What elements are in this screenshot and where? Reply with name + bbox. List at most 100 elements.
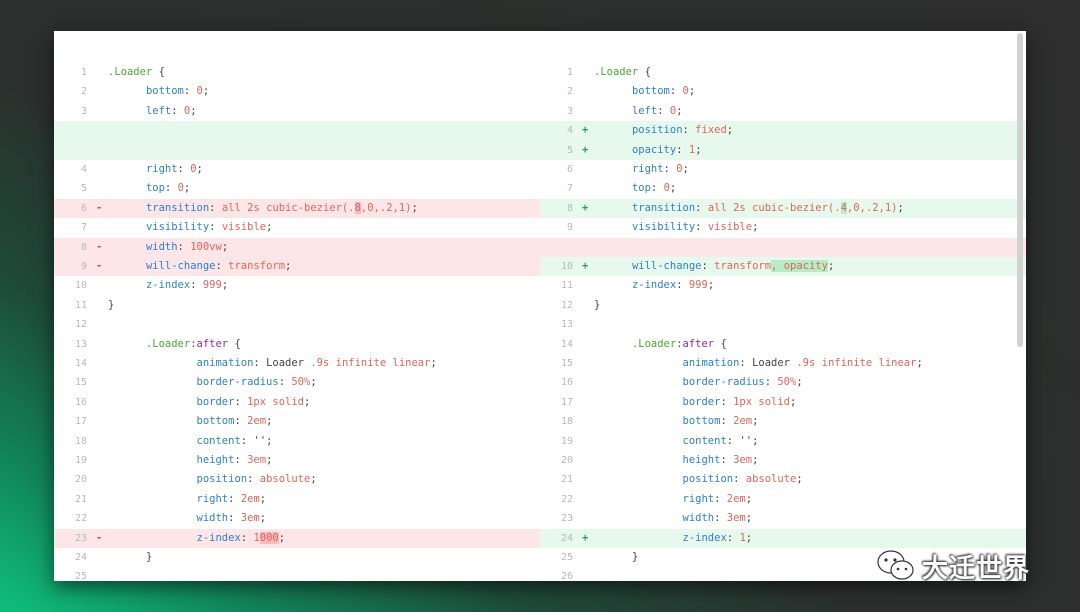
code-token: : — [240, 434, 254, 447]
code-token: ; — [897, 201, 904, 214]
line-number: 18 — [560, 416, 573, 428]
code-text: width: 3em; — [108, 509, 267, 528]
code-text: right: 2em; — [108, 490, 267, 509]
code-token: { — [638, 66, 651, 78]
code-token: 50% — [291, 376, 311, 389]
added-marker: + — [582, 531, 589, 544]
code-token: ; — [752, 415, 759, 428]
code-token: border — [682, 395, 721, 408]
code-line: 8 + transition: all 2s cubic-bezier(.4,0,… — [540, 198, 1026, 219]
line-number: 19 — [74, 455, 87, 466]
changed-token: 000 — [259, 531, 279, 544]
code-token: : — [209, 221, 222, 234]
code-token: : — [278, 376, 292, 389]
line-number: 26 — [560, 571, 573, 581]
code-token: all 2s cubic-bezier(. — [221, 201, 355, 214]
code-token: : — [234, 454, 248, 466]
code-token: : — [733, 473, 746, 486]
line-number: 23 — [560, 513, 573, 525]
code-token: ; — [669, 182, 677, 195]
vertical-scrollbar[interactable] — [1017, 33, 1023, 347]
code-text: visibility: visible; — [108, 218, 272, 237]
code-text: visibility: visible; — [594, 218, 758, 237]
code-token: 50% — [777, 376, 797, 389]
code-line: 6- transition: all 2s cubic-bezier(.8,0,… — [54, 198, 540, 219]
code-text: opacity: 1; — [594, 141, 702, 160]
watermark-text: 大迁世界 — [922, 553, 1031, 584]
line-number: 5 — [80, 183, 87, 195]
code-token: ; — [278, 531, 286, 544]
code-token: : — [663, 163, 677, 175]
line-number: 1 — [566, 67, 573, 78]
code-text: .Loader:after { — [108, 335, 241, 354]
line-number: 6 — [566, 164, 573, 175]
code-text: z-index: 999; — [108, 276, 228, 295]
line-number: 18 — [74, 435, 87, 447]
line-number: 11 — [74, 299, 87, 311]
code-token: bottom — [196, 415, 235, 428]
line-number: 10 — [74, 280, 87, 292]
line-number: 3 — [80, 105, 87, 117]
code-line: 1 .Loader { — [540, 63, 1026, 82]
code-line: 22 width: 3em; — [54, 509, 540, 528]
code-text: transition: all 2s cubic-bezier(.4,0,.2,… — [594, 199, 904, 218]
code-token: { — [714, 337, 727, 350]
code-text: z-index: 999; — [594, 276, 714, 295]
line-number: 16 — [74, 396, 87, 408]
code-token: : — [234, 395, 248, 408]
code-token: .9s infinite linear — [310, 357, 431, 369]
code-token: 100vw — [190, 240, 222, 253]
code-text: width: 100vw; — [108, 238, 228, 257]
code-text: bottom: 2em; — [594, 412, 759, 431]
code-token: ; — [430, 357, 437, 369]
line-number: 15 — [560, 358, 573, 369]
code-token: ; — [285, 260, 292, 272]
line-number: 14 — [74, 358, 87, 369]
code-line: 10 + will-change: transform, opacity; — [540, 257, 1026, 277]
code-text: bottom: 0; — [594, 82, 695, 101]
code-token: : — [228, 492, 241, 505]
code-token: ; — [221, 279, 229, 292]
code-line: 11 z-index: 999; — [540, 276, 1026, 295]
code-token: : — [164, 182, 178, 195]
code-line: 8- width: 100vw; — [54, 237, 540, 257]
code-text: left: 0; — [108, 102, 197, 121]
code-line: 7 top: 0; — [540, 179, 1026, 198]
code-token: visible — [221, 221, 267, 234]
code-line: 15 border-radius: 50%; — [54, 373, 540, 392]
code-token: ; — [827, 260, 835, 272]
code-line: 3 left: 0; — [54, 102, 540, 121]
code-text: border-radius: 50%; — [594, 373, 803, 392]
code-token: : — [764, 376, 778, 389]
code-token: 3em — [247, 454, 267, 466]
code-text: will-change: transform; — [108, 257, 291, 276]
code-line: 13 .Loader:after { — [54, 335, 540, 354]
wechat-icon — [877, 550, 914, 580]
added-marker: + — [582, 201, 589, 214]
line-number: 12 — [74, 319, 87, 331]
code-line: 2 bottom: 0; — [540, 82, 1026, 101]
code-text: border: 1px solid; — [594, 393, 797, 412]
code-token: right — [682, 492, 715, 505]
code-token: z-index — [145, 279, 191, 292]
code-text: z-index: 1000; — [108, 529, 285, 548]
line-number: 12 — [560, 299, 573, 311]
added-marker: + — [582, 143, 589, 156]
line-number: 23 — [74, 532, 87, 544]
code-token: transform — [228, 260, 286, 272]
code-token: animation — [196, 357, 254, 369]
code-text: top: 0; — [594, 179, 676, 198]
code-token: : — [183, 85, 197, 98]
code-line: 19 content: ''; — [540, 432, 1026, 451]
